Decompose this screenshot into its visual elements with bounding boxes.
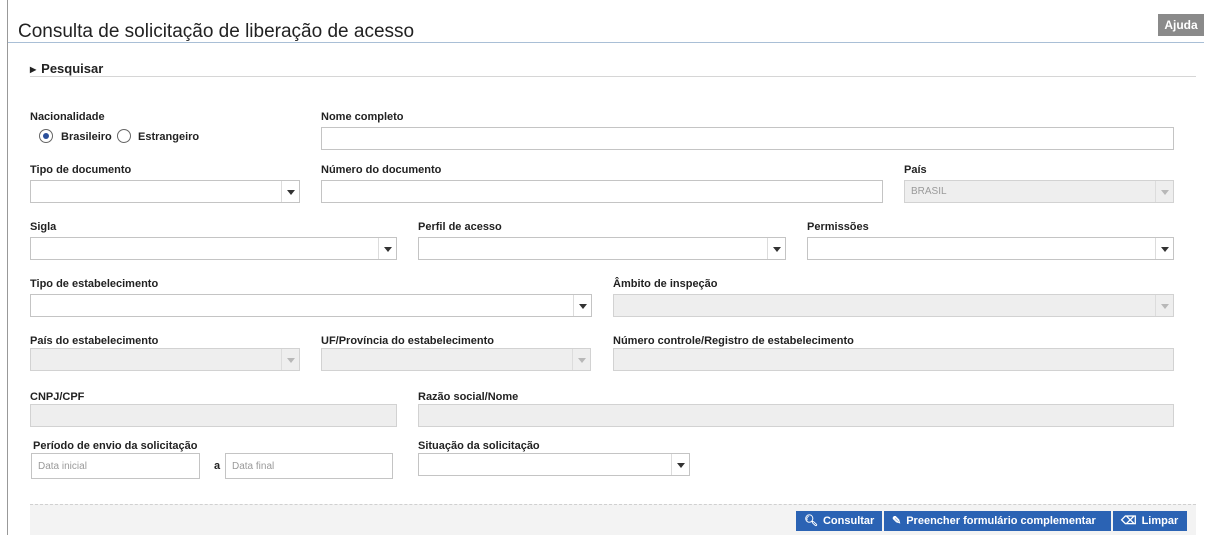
tipo-documento-select[interactable] (30, 180, 300, 203)
tipo-documento-label: Tipo de documento (30, 164, 132, 176)
nacionalidade-label: Nacionalidade (30, 111, 105, 123)
search-section-toggle[interactable]: ▶ Pesquisar (30, 61, 103, 76)
preencher-formulario-button[interactable]: ✎ Preencher formulário complementar (884, 511, 1111, 531)
razao-social-input (418, 404, 1174, 427)
pais-estabelecimento-label: País do estabelecimento (30, 335, 159, 347)
section-label: Pesquisar (41, 61, 104, 76)
pais-value: BRASIL (911, 186, 947, 197)
numero-controle-input (613, 348, 1174, 371)
chevron-down-icon (572, 349, 590, 370)
chevron-down-icon (378, 238, 396, 259)
pais-estabelecimento-select (30, 348, 300, 371)
title-divider (8, 42, 1204, 43)
radio-brasileiro[interactable] (39, 129, 53, 143)
chevron-down-icon (1155, 295, 1173, 316)
chevron-down-icon (573, 295, 591, 316)
nome-completo-input[interactable] (321, 127, 1174, 150)
chevron-down-icon (1155, 181, 1173, 202)
numero-controle-label: Número controle/Registro de estabelecime… (613, 335, 854, 347)
sigla-select[interactable] (30, 237, 397, 260)
situacao-select[interactable] (418, 453, 690, 476)
perfil-acesso-label: Perfil de acesso (418, 221, 502, 233)
pais-select: BRASIL (904, 180, 1174, 203)
chevron-down-icon (281, 181, 299, 202)
ambito-inspecao-label: Âmbito de inspeção (613, 278, 718, 290)
permissoes-label: Permissões (807, 221, 869, 233)
chevron-down-icon (281, 349, 299, 370)
uf-provincia-select (321, 348, 591, 371)
data-final-placeholder: Data final (232, 461, 275, 472)
radio-brasileiro-label: Brasileiro (61, 131, 112, 143)
cnpj-cpf-input (30, 404, 397, 427)
data-final-input[interactable]: Data final (225, 453, 393, 479)
limpar-label: Limpar (1141, 515, 1179, 527)
date-range-separator: a (214, 460, 221, 472)
preencher-label: Preencher formulário complementar (906, 515, 1096, 527)
tipo-estabelecimento-select[interactable] (30, 294, 592, 317)
ambito-inspecao-select (613, 294, 1174, 317)
situacao-label: Situação da solicitação (418, 440, 540, 452)
consultar-label: Consultar (822, 515, 875, 527)
caret-right-icon: ▶ (30, 65, 37, 74)
search-icon: 🔍︎ (804, 515, 818, 527)
help-button[interactable]: Ajuda (1158, 14, 1204, 36)
razao-social-label: Razão social/Nome (418, 391, 519, 403)
eraser-icon: ⌫ (1121, 515, 1137, 527)
permissoes-select[interactable] (807, 237, 1174, 260)
data-inicial-placeholder: Data inicial (38, 461, 87, 472)
pais-label: País (904, 164, 927, 176)
chevron-down-icon (1155, 238, 1173, 259)
data-inicial-input[interactable]: Data inicial (31, 453, 200, 479)
radio-estrangeiro-label: Estrangeiro (138, 131, 200, 143)
consultar-button[interactable]: 🔍︎ Consultar (796, 511, 882, 531)
tipo-estabelecimento-label: Tipo de estabelecimento (30, 278, 159, 290)
page-title: Consulta de solicitação de liberação de … (18, 21, 415, 42)
uf-provincia-label: UF/Província do estabelecimento (321, 335, 494, 347)
numero-documento-label: Número do documento (321, 164, 442, 176)
numero-documento-input[interactable] (321, 180, 883, 203)
nome-completo-label: Nome completo (321, 111, 404, 123)
limpar-button[interactable]: ⌫ Limpar (1113, 511, 1187, 531)
edit-icon: ✎ (892, 515, 902, 527)
periodo-envio-label: Período de envio da solicitação (33, 440, 198, 452)
perfil-acesso-select[interactable] (418, 237, 786, 260)
section-divider (30, 76, 1196, 77)
chevron-down-icon (671, 454, 689, 475)
chevron-down-icon (767, 238, 785, 259)
radio-estrangeiro[interactable] (117, 129, 131, 143)
sigla-label: Sigla (30, 221, 57, 233)
cnpj-cpf-label: CNPJ/CPF (30, 391, 85, 403)
